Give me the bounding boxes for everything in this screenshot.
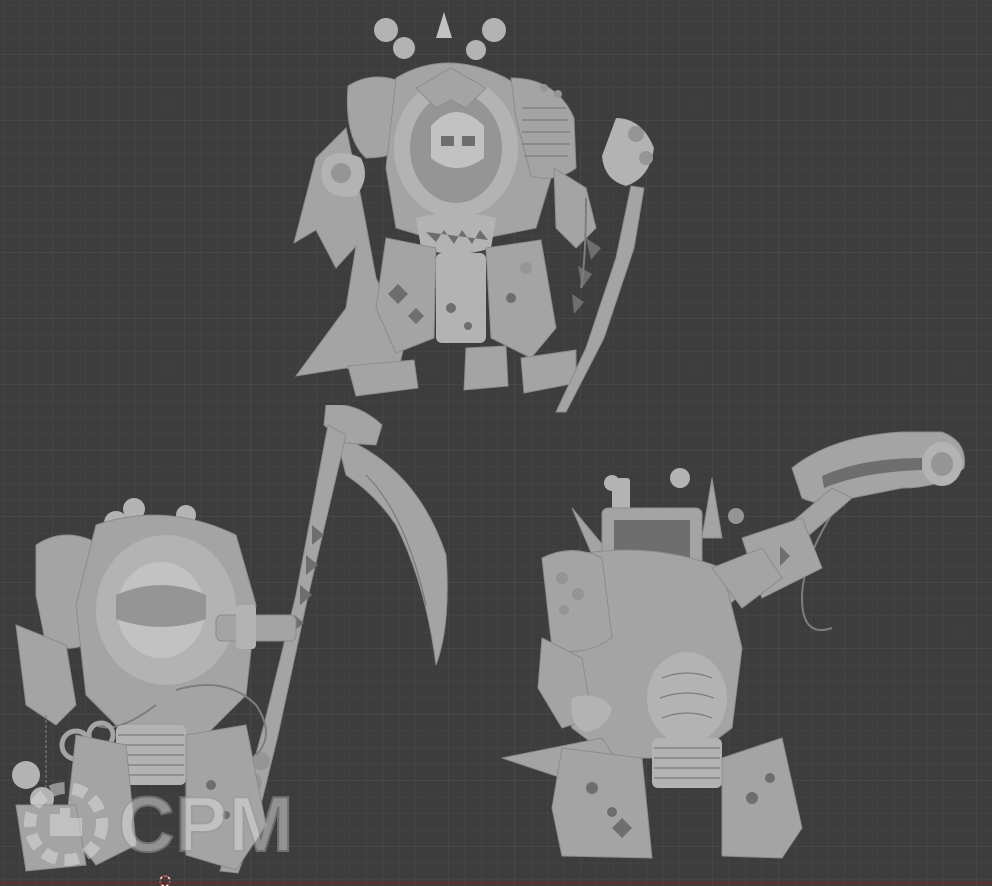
model-right-with-crusher-staff[interactable] — [502, 428, 972, 868]
watermark-text: CPM — [117, 780, 295, 868]
timeline-divider — [0, 882, 992, 884]
model-right-svg — [502, 431, 966, 859]
model-top-svg — [293, 12, 654, 413]
watermark-logo: CPM — [20, 778, 294, 870]
gear-hand-logo-icon — [24, 782, 108, 866]
model-top-with-sword[interactable] — [286, 8, 670, 416]
3d-cursor-icon[interactable] — [158, 874, 172, 886]
3d-viewport[interactable]: CPM — [0, 0, 992, 886]
